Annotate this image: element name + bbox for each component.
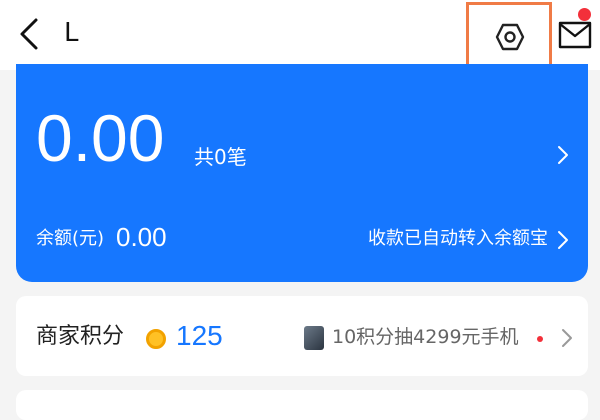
notification-dot <box>578 8 591 21</box>
points-label: 商家积分 <box>36 324 125 349</box>
messages-button[interactable] <box>556 14 596 54</box>
phone-thumbnail <box>304 326 324 350</box>
transaction-count: 共0笔 <box>194 145 247 169</box>
mail-icon <box>558 21 592 49</box>
balance-card[interactable]: 0.00 共0笔 余额(元) 0.00 收款已自动转入余额宝 <box>16 64 588 282</box>
chevron-right-icon[interactable] <box>556 144 570 166</box>
income-amount: 0.00 <box>36 101 165 175</box>
promo-text[interactable]: 10积分抽4299元手机 <box>332 323 519 351</box>
merchant-points-card[interactable]: 商家积分 125 10积分抽4299元手机 <box>16 296 588 376</box>
settings-button[interactable] <box>466 2 552 72</box>
chevron-right-icon[interactable] <box>560 327 574 349</box>
chevron-left-icon <box>20 18 38 50</box>
next-card <box>16 390 588 420</box>
balance-label: 余额(元) <box>36 228 105 249</box>
top-navigation-bar: L <box>0 0 600 72</box>
page-title: L <box>64 18 79 48</box>
coin-icon <box>146 329 166 349</box>
points-value: 125 <box>176 320 223 351</box>
promo-dot <box>537 336 543 342</box>
balance-value: 0.00 <box>116 222 167 252</box>
auto-transfer-link[interactable]: 收款已自动转入余额宝 <box>368 226 548 252</box>
gear-icon <box>495 23 525 51</box>
back-button[interactable] <box>14 14 48 54</box>
chevron-right-icon[interactable] <box>556 229 570 251</box>
